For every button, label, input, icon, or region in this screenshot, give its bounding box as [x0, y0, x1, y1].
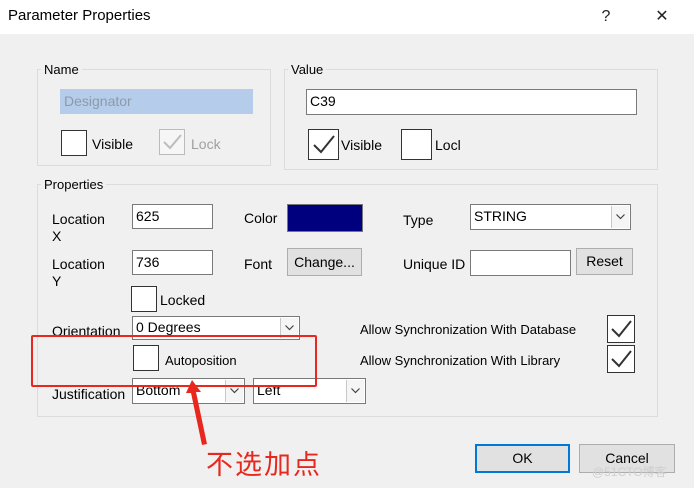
checkmark-icon [611, 320, 632, 338]
sync-database-label: Allow Synchronization With Database [360, 322, 577, 337]
window-title: Parameter Properties [8, 7, 151, 24]
name-lock-checkbox[interactable] [159, 129, 185, 155]
ok-button[interactable]: OK [475, 444, 570, 473]
name-lock-label: Lock [191, 136, 221, 152]
unique-id-field[interactable] [470, 250, 571, 276]
type-dropdown[interactable]: STRING [470, 204, 631, 230]
name-field[interactable]: Designator [60, 89, 253, 114]
name-visible-label: Visible [92, 136, 133, 152]
title-bar: Parameter Properties ? ✕ [0, 0, 694, 34]
value-lock-label: Locl [435, 137, 461, 153]
annotation-text: 不选加点 [206, 450, 322, 481]
justification-label: Justification [52, 386, 126, 402]
value-field[interactable]: C39 [306, 89, 637, 115]
type-label: Type [403, 212, 434, 228]
sync-database-checkbox[interactable] [607, 315, 635, 343]
annotation-arrow-icon [186, 380, 207, 445]
color-swatch[interactable] [287, 204, 363, 232]
sync-library-checkbox[interactable] [607, 345, 635, 373]
sync-library-label: Allow Synchronization With Library [360, 353, 561, 368]
type-dropdown-value: STRING [474, 208, 527, 224]
location-x-label-axis: X [52, 228, 62, 244]
help-icon[interactable]: ? [592, 4, 620, 30]
value-group [284, 69, 658, 170]
name-visible-checkbox[interactable] [61, 130, 87, 156]
checkmark-icon [163, 134, 182, 150]
orientation-dropdown-value: 0 Degrees [136, 319, 201, 335]
value-visible-checkbox[interactable] [308, 129, 339, 160]
annotation-highlight-box [31, 335, 317, 387]
change-font-button[interactable]: Change... [287, 248, 362, 276]
watermark: @51CTO博客 [592, 465, 667, 479]
value-visible-label: Visible [341, 137, 382, 153]
value-lock-checkbox[interactable] [401, 129, 432, 160]
chevron-down-icon[interactable] [346, 380, 364, 402]
color-label: Color [244, 210, 278, 226]
location-y-field[interactable]: 736 [132, 250, 213, 275]
unique-id-label: Unique ID [403, 256, 466, 272]
checkmark-icon [313, 135, 335, 154]
location-x-label: Location [52, 211, 105, 227]
location-y-label-axis: Y [52, 273, 62, 289]
reset-button[interactable]: Reset [576, 248, 633, 275]
locked-label: Locked [160, 292, 206, 308]
name-group-title: Name [41, 62, 82, 78]
properties-group-title: Properties [41, 177, 107, 193]
chevron-down-icon[interactable] [611, 206, 629, 228]
locked-checkbox[interactable] [131, 286, 157, 312]
location-y-label: Location [52, 256, 105, 272]
value-group-title: Value [288, 62, 327, 78]
font-label: Font [244, 256, 273, 272]
close-icon[interactable]: ✕ [648, 4, 676, 30]
checkmark-icon [611, 350, 632, 368]
location-x-field[interactable]: 625 [132, 204, 213, 229]
